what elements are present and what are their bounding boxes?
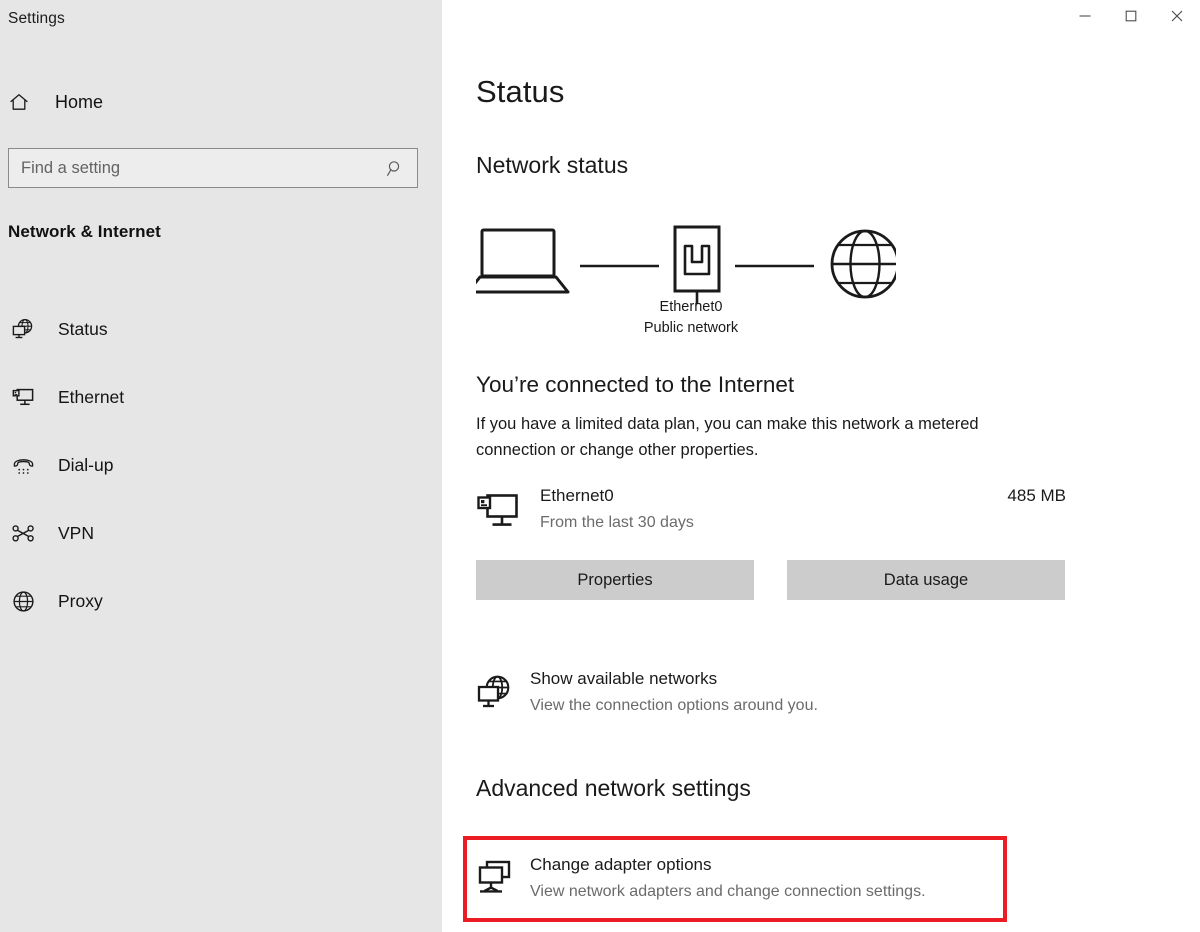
sidebar-item-home[interactable]: Home [0,82,103,122]
window-controls [1062,0,1200,32]
change-adapter-options-title: Change adapter options [530,855,711,875]
maximize-button[interactable] [1108,0,1154,32]
vpn-key-icon [8,521,38,546]
network-status-heading: Network status [476,152,628,179]
adapter-data-usage: 485 MB [1007,486,1066,506]
globe-icon [8,589,38,614]
sidebar-item-status[interactable]: Status [0,295,442,363]
globe-icon [832,231,896,297]
sidebar-item-home-label: Home [55,92,103,113]
action-button-row: Properties Data usage [476,560,1065,600]
search-box[interactable] [8,148,418,188]
sidebar-item-ethernet[interactable]: Ethernet [0,363,442,431]
adapter-name: Ethernet0 [540,486,614,506]
data-usage-button[interactable]: Data usage [787,560,1065,600]
settings-window: Settings Home Network & Internet [0,0,1200,932]
close-icon [1170,9,1184,23]
show-available-networks-subtitle: View the connection options around you. [530,697,818,715]
change-adapter-options-subtitle: View network adapters and change connect… [530,883,926,901]
minimize-button[interactable] [1062,0,1108,32]
app-title: Settings [8,10,65,28]
sidebar: Settings Home Network & Internet [0,0,442,932]
connected-description: If you have a limited data plan, you can… [476,411,1021,463]
sidebar-nav-list: Status Ethernet [0,295,442,635]
search-icon[interactable] [386,159,409,178]
sidebar-item-proxy-label: Proxy [58,591,103,612]
page-title: Status [476,74,564,110]
sidebar-item-proxy[interactable]: Proxy [0,567,442,635]
properties-button[interactable]: Properties [476,560,754,600]
sidebar-item-status-label: Status [58,319,108,340]
ethernet-monitor-icon [476,492,520,532]
ethernet-icon [8,385,38,410]
diagram-caption: Ethernet0 Public network [476,297,906,339]
sidebar-item-dialup-label: Dial-up [58,455,113,476]
adapters-icon [476,859,516,899]
network-status-icon [8,317,38,342]
ethernet-port-icon [675,227,719,304]
sidebar-item-ethernet-label: Ethernet [58,387,124,408]
main-content: Status Network status [442,0,1200,932]
show-available-networks-row[interactable]: Show available networks View the connect… [476,665,1036,721]
diagram-network-type: Public network [476,318,906,339]
advanced-network-settings-heading: Advanced network settings [476,775,751,802]
sidebar-section-header: Network & Internet [8,222,161,242]
close-button[interactable] [1154,0,1200,32]
search-input[interactable] [21,159,386,178]
change-adapter-options-row[interactable]: Change adapter options View network adap… [476,852,996,908]
sidebar-item-vpn[interactable]: VPN [0,499,442,567]
sidebar-item-vpn-label: VPN [58,523,94,544]
globe-monitor-icon [476,673,514,711]
sidebar-item-dialup[interactable]: Dial-up [0,431,442,499]
maximize-icon [1124,9,1138,23]
minimize-icon [1078,9,1092,23]
show-available-networks-title: Show available networks [530,669,717,689]
laptop-icon [476,230,568,292]
adapter-usage-row: Ethernet0 From the last 30 days 485 MB [476,486,1066,538]
adapter-period: From the last 30 days [540,514,694,532]
home-icon [8,91,38,113]
diagram-adapter-name: Ethernet0 [476,297,906,318]
connected-heading: You’re connected to the Internet [476,372,794,398]
dialup-phone-icon [8,453,38,478]
